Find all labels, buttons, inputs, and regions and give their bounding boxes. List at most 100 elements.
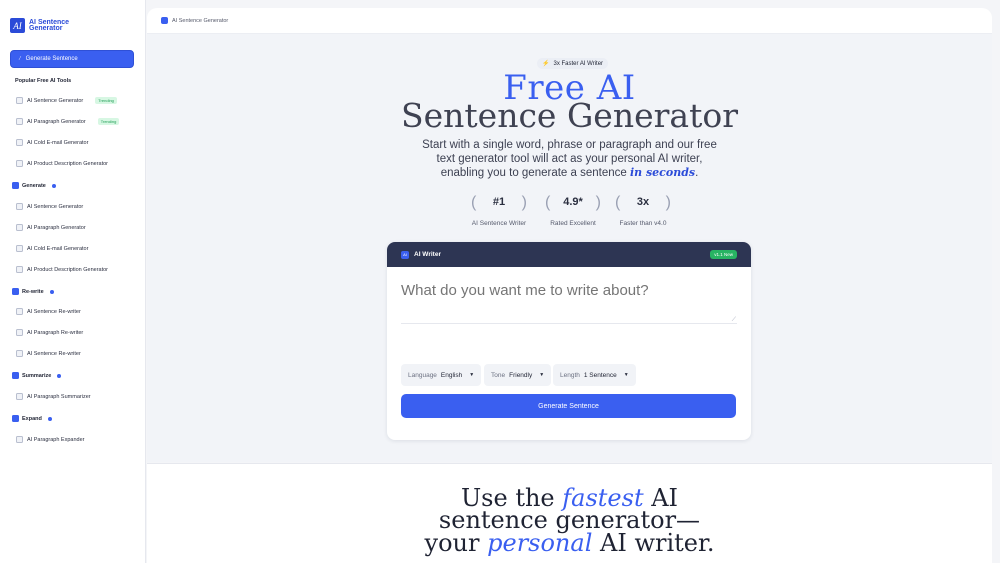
- stat-speed: ( 3x ) Faster than v4.0: [603, 194, 683, 227]
- sidebar-item-product-description-generator[interactable]: AI Product Description Generator: [16, 266, 108, 273]
- tagline-line-3: your personal AI writer.: [147, 529, 992, 557]
- laurel-right-icon: ): [595, 194, 601, 211]
- length-select[interactable]: Length 1 Sentence ▼: [553, 364, 636, 386]
- sidebar-item-label: AI Sentence Re-writer: [27, 308, 81, 315]
- document-icon: [16, 245, 23, 252]
- sidebar-item-label: AI Sentence Generator: [27, 97, 84, 104]
- stat-label: Rated Excellent: [550, 220, 596, 227]
- info-icon: [49, 289, 54, 294]
- prompt-input[interactable]: [401, 282, 737, 324]
- sidebar-item-label: AI Paragraph Re-writer: [27, 329, 84, 336]
- sidebar: AI AI Sentence Generator / Generate Sent…: [0, 0, 146, 563]
- info-icon: [51, 183, 56, 188]
- sidebar-section-generate[interactable]: Generate: [12, 182, 56, 189]
- hero-section: ⚡ 3x Faster AI Writer Free AI Sentence G…: [147, 34, 992, 462]
- sidebar-item-paragraph-summarizer[interactable]: AI Paragraph Summarizer: [16, 393, 91, 400]
- sidebar-item-label: AI Sentence Generator: [27, 203, 84, 210]
- document-icon: [16, 266, 23, 273]
- logo-text: AI Sentence Generator: [29, 18, 70, 32]
- breadcrumb[interactable]: AI Sentence Generator: [172, 18, 228, 24]
- sidebar-item-label: AI Product Description Generator: [27, 266, 109, 273]
- sidebar-item-paragraph-expander[interactable]: AI Paragraph Expander: [16, 436, 84, 443]
- tone-select[interactable]: Tone Friendly ▼: [484, 364, 552, 386]
- stat-label: Faster than v4.0: [619, 220, 667, 227]
- laurel-right-icon: ): [665, 194, 671, 211]
- expand-section-icon: [12, 415, 19, 422]
- ai-writer-header: AI AI Writer v1.1 New: [387, 242, 751, 267]
- popular-tools-heading: Popular Free AI Tools: [15, 78, 72, 84]
- stat-value: #1: [492, 196, 506, 208]
- document-icon: [16, 308, 23, 315]
- sidebar-item-label: AI Paragraph Generator: [27, 118, 86, 125]
- language-label: Language: [408, 371, 437, 379]
- tagline-text: AI writer.: [592, 529, 715, 557]
- logo-icon: AI: [10, 18, 25, 33]
- document-icon: [16, 139, 23, 146]
- sidebar-section-rewrite[interactable]: Re-write: [12, 288, 54, 295]
- generate-sentence-nav-label: Generate Sentence: [25, 56, 78, 62]
- sidebar-item-sentence-rewriter-2[interactable]: AI Sentence Re-writer: [16, 350, 81, 357]
- breadcrumb-icon: [161, 17, 168, 24]
- trending-badge: Trending: [97, 118, 120, 125]
- tagline-section: Use the fastest AI sentence generator— y…: [147, 463, 992, 563]
- sidebar-item-label: AI Paragraph Summarizer: [27, 393, 91, 400]
- generate-section-icon: [12, 182, 19, 189]
- section-title: Expand: [22, 415, 42, 422]
- info-icon: [47, 416, 52, 421]
- sidebar-item-label: AI Paragraph Generator: [27, 224, 86, 231]
- tone-label: Tone: [491, 371, 506, 379]
- ai-icon: AI: [401, 250, 409, 259]
- tagline-text: your: [424, 529, 488, 557]
- laurel-right-icon: ): [521, 194, 527, 211]
- info-icon: [57, 373, 62, 378]
- speed-pill-label: 3x Faster AI Writer: [553, 60, 604, 67]
- sidebar-item-cold-email-generator[interactable]: AI Cold E-mail Generator: [16, 245, 88, 252]
- document-icon: [16, 203, 23, 210]
- sidebar-item-popular-cold-email-generator[interactable]: AI Cold E-mail Generator: [16, 139, 88, 146]
- document-icon: [16, 224, 23, 231]
- lightning-icon: ⚡: [542, 61, 550, 67]
- section-title: Generate: [22, 182, 46, 189]
- top-bar: AI Sentence Generator: [147, 8, 992, 34]
- resize-handle-icon[interactable]: ⟋: [732, 317, 736, 324]
- sidebar-item-paragraph-generator[interactable]: AI Paragraph Generator: [16, 224, 86, 231]
- trending-badge: Trending: [95, 97, 117, 104]
- section-title: Summarize: [22, 372, 52, 379]
- stat-rating: ( 4.9* ) Rated Excellent: [533, 194, 613, 227]
- stat-value: 3x: [636, 196, 650, 208]
- sidebar-item-label: AI Cold E-mail Generator: [27, 139, 89, 146]
- hero-description: Start with a single word, phrase or para…: [417, 138, 722, 180]
- sidebar-section-summarize[interactable]: Summarize: [12, 372, 62, 379]
- hero-title: Sentence Generator: [401, 96, 738, 135]
- language-select[interactable]: Language English ▼: [401, 364, 482, 386]
- stat-rank: ( #1 ) AI Sentence Writer: [459, 194, 539, 227]
- sidebar-item-popular-sentence-generator[interactable]: AI Sentence Generator Trending: [16, 97, 117, 104]
- sidebar-item-paragraph-rewriter[interactable]: AI Paragraph Re-writer: [16, 329, 83, 336]
- document-icon: [16, 160, 23, 167]
- length-label: Length: [560, 371, 580, 379]
- sidebar-item-label: AI Product Description Generator: [27, 160, 109, 167]
- tone-value: Friendly: [509, 371, 533, 379]
- document-icon: [16, 97, 23, 104]
- summarize-section-icon: [12, 372, 19, 379]
- sidebar-section-expand[interactable]: Expand: [12, 415, 52, 422]
- rewrite-section-icon: [12, 288, 19, 295]
- document-icon: [16, 329, 23, 336]
- sidebar-item-popular-paragraph-generator[interactable]: AI Paragraph Generator Trending: [16, 118, 120, 125]
- hero-description-emphasis: in seconds: [629, 166, 696, 179]
- version-badge: v1.1 New: [710, 250, 737, 259]
- section-title: Re-write: [22, 288, 44, 295]
- caret-down-icon: ▼: [469, 372, 475, 378]
- sidebar-item-sentence-rewriter[interactable]: AI Sentence Re-writer: [16, 308, 81, 315]
- document-icon: [16, 118, 23, 125]
- stat-label: AI Sentence Writer: [471, 220, 527, 227]
- caret-down-icon: ▼: [623, 372, 629, 378]
- stat-value: 4.9*: [563, 196, 583, 208]
- sidebar-item-sentence-generator[interactable]: AI Sentence Generator: [16, 203, 83, 210]
- logo[interactable]: AI AI Sentence Generator: [10, 18, 79, 33]
- generate-sentence-button[interactable]: Generate Sentence: [401, 394, 736, 418]
- document-icon: [16, 436, 23, 443]
- language-value: English: [440, 371, 463, 379]
- generate-sentence-nav-button[interactable]: / Generate Sentence: [10, 50, 134, 68]
- sidebar-item-popular-product-description-generator[interactable]: AI Product Description Generator: [16, 160, 108, 167]
